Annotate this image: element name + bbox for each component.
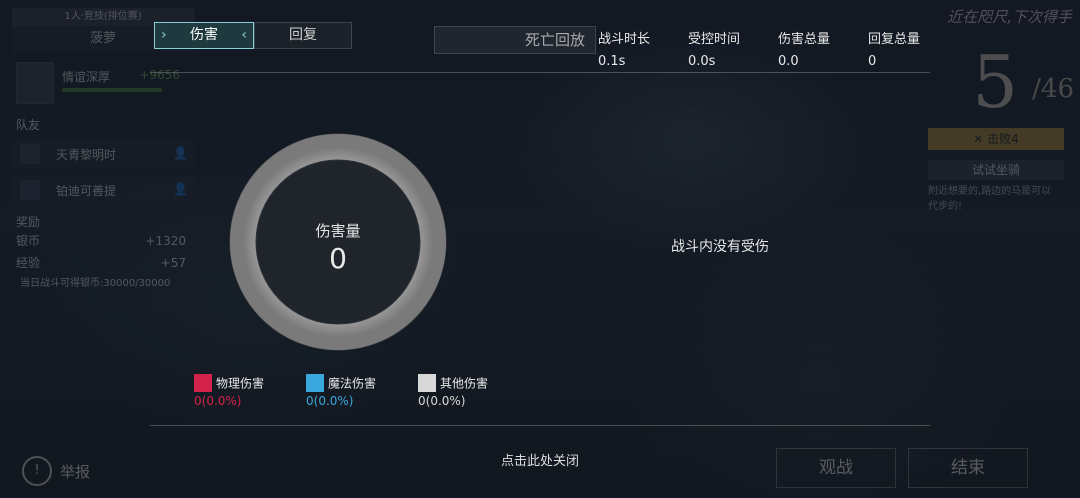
tab-heal-label: 回复 <box>289 27 317 43</box>
stat-value: 0.0s <box>688 54 716 69</box>
stat-label: 伤害总量 <box>778 32 831 47</box>
legend-percent: 0(0.0%) <box>194 394 242 408</box>
stat-value: 0 <box>868 54 877 69</box>
death-replay-button[interactable]: 死亡回放 <box>434 26 596 54</box>
divider <box>150 425 930 426</box>
legend-name: 物理伤害 <box>216 376 265 391</box>
legend-swatch <box>194 374 212 392</box>
legend-name: 其他伤害 <box>440 376 489 391</box>
stat-battle-duration: 战斗时长 0.1s <box>598 28 650 69</box>
legend-percent: 0(0.0%) <box>306 394 354 408</box>
legend-swatch <box>306 374 324 392</box>
divider <box>150 72 930 73</box>
donut-label: 伤害量 <box>315 222 361 240</box>
damage-donut-chart: 伤害量 0 <box>228 132 448 352</box>
legend-percent: 0(0.0%) <box>418 394 466 408</box>
legend-swatch <box>418 374 436 392</box>
stat-label: 回复总量 <box>868 32 921 47</box>
donut-value: 0 <box>329 242 347 275</box>
legend-physical-damage: 物理伤害 0(0.0%) <box>194 374 264 408</box>
tab-damage[interactable]: › 伤害 ‹ <box>154 22 254 49</box>
stat-value: 0.1s <box>598 54 626 69</box>
damage-stats-panel: › 伤害 ‹ 回复 死亡回放 战斗时长 0.1s 受控时间 0.0s 伤害总量 … <box>150 20 930 469</box>
stat-value: 0.0 <box>778 54 799 69</box>
close-hint[interactable]: 点击此处关闭 <box>150 450 930 469</box>
stat-total-heal: 回复总量 0 <box>868 28 920 69</box>
tab-damage-label: 伤害 <box>190 27 218 43</box>
stat-label: 战斗时长 <box>598 32 651 47</box>
chevron-left-icon: ‹ <box>241 27 247 43</box>
stat-control-time: 受控时间 0.0s <box>688 28 740 69</box>
stat-label: 受控时间 <box>688 32 741 47</box>
legend-magic-damage: 魔法伤害 0(0.0%) <box>306 374 376 408</box>
legend-other-damage: 其他伤害 0(0.0%) <box>418 374 488 408</box>
empty-state-message: 战斗内没有受伤 <box>671 239 769 255</box>
legend-name: 魔法伤害 <box>328 376 377 391</box>
stat-total-damage: 伤害总量 0.0 <box>778 28 830 69</box>
chevron-right-icon: › <box>161 27 167 43</box>
tab-heal[interactable]: 回复 <box>254 22 352 49</box>
